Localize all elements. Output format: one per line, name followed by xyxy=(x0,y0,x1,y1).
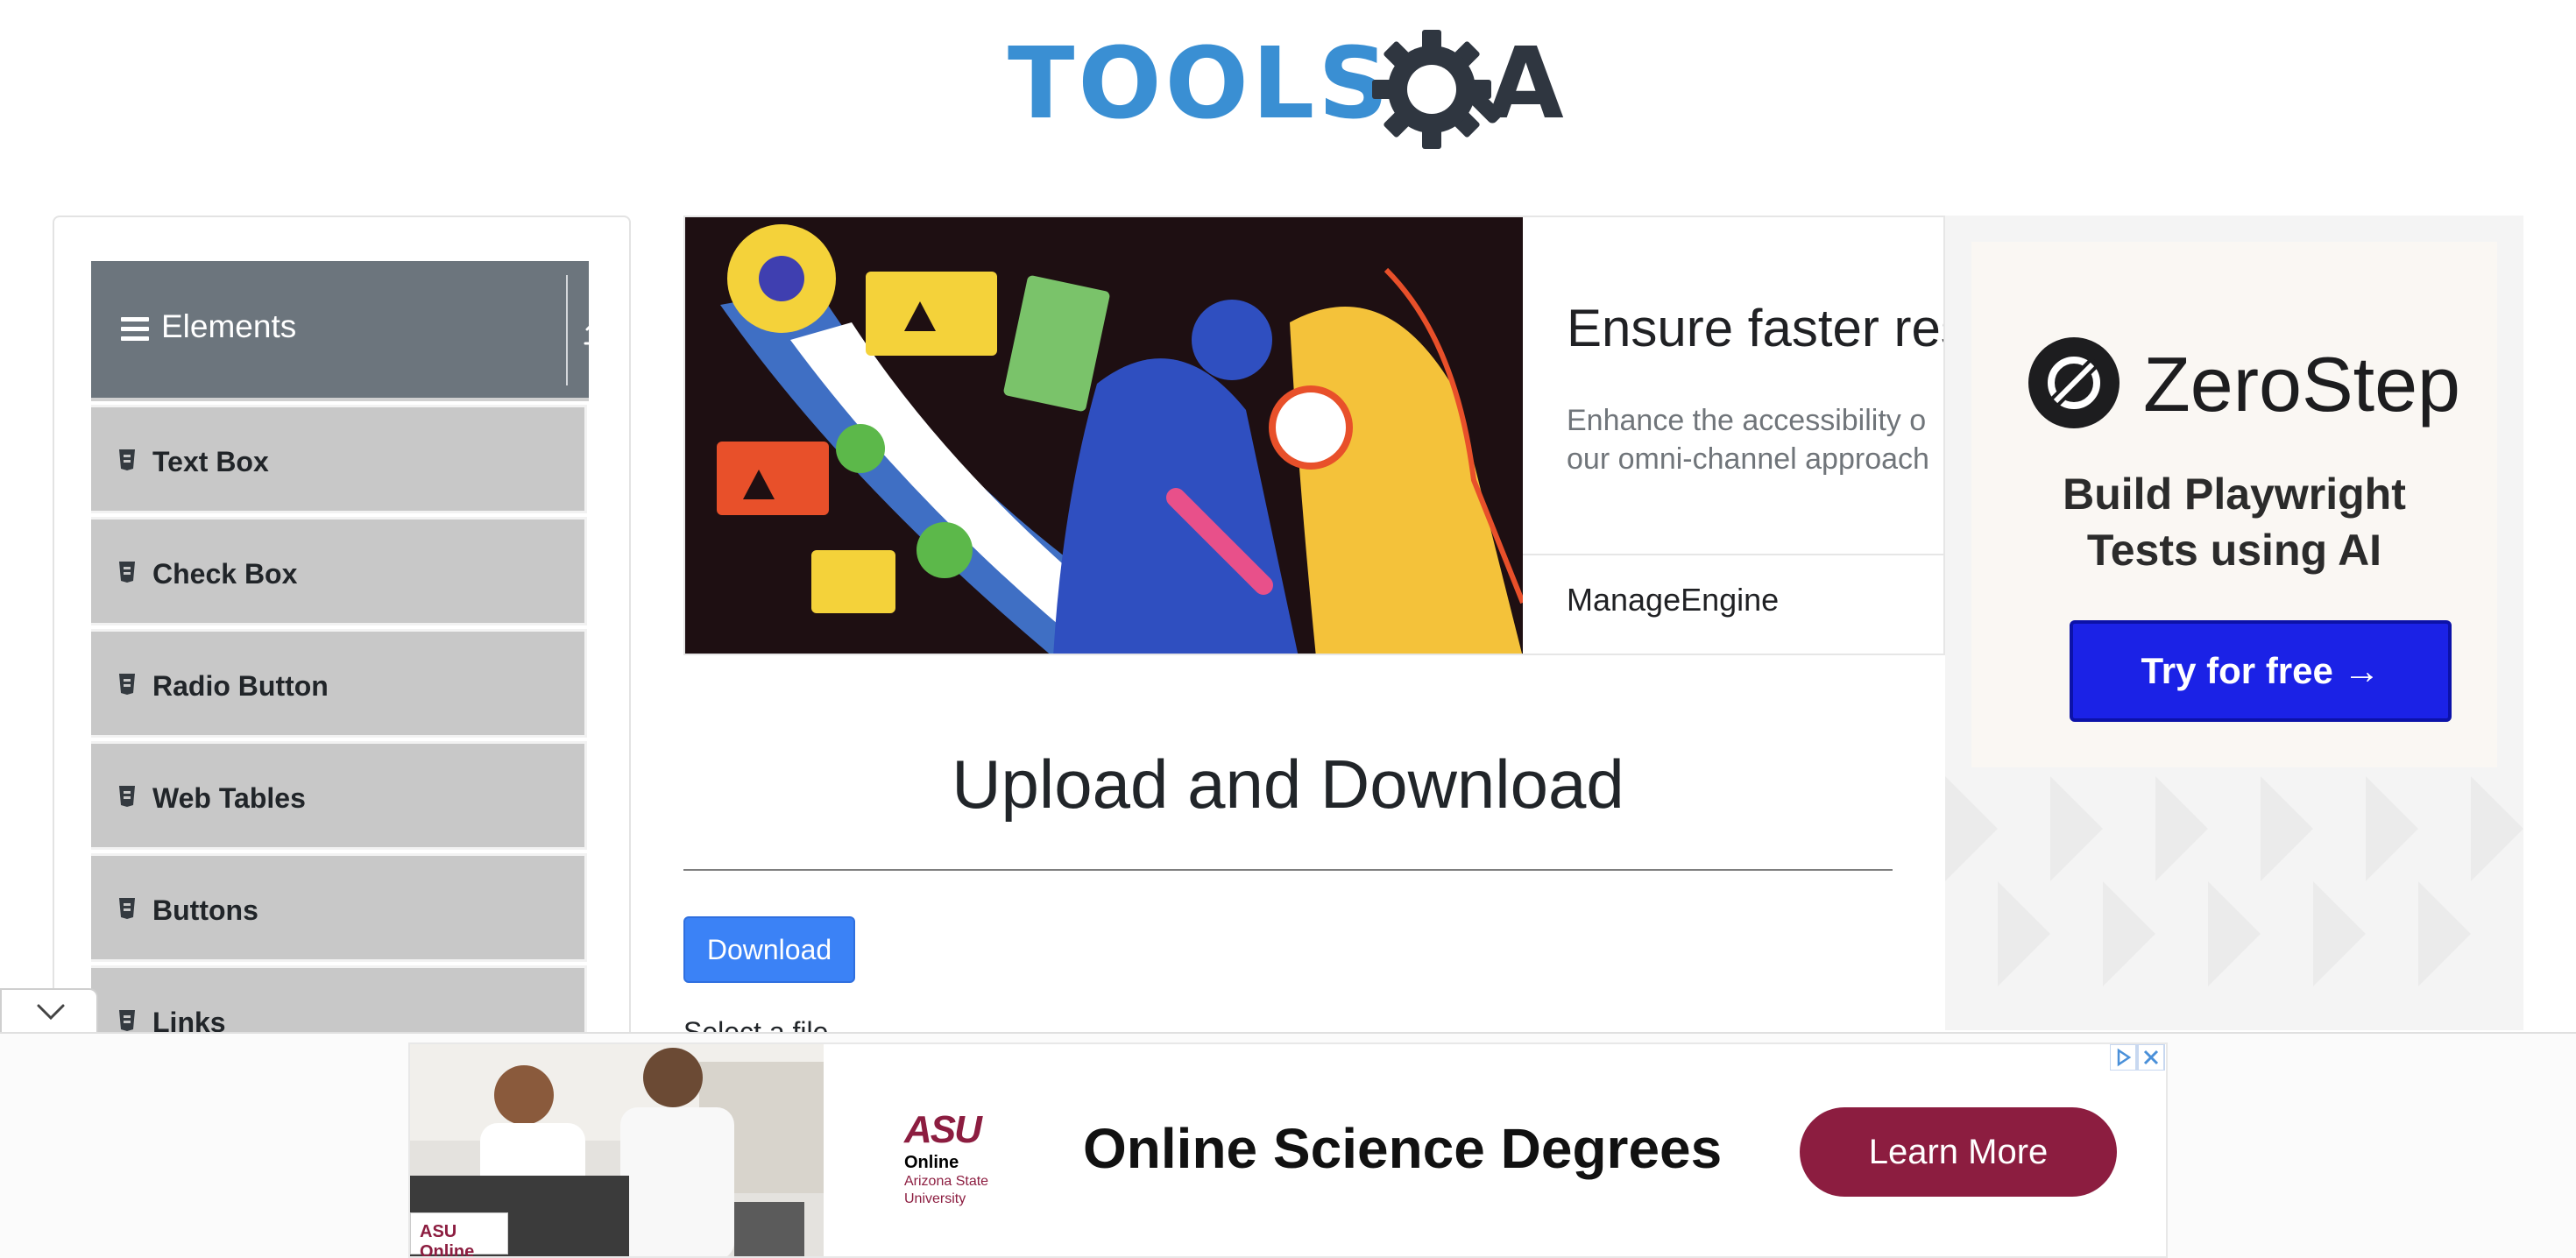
learn-more-button[interactable]: Learn More xyxy=(1800,1107,2117,1197)
elements-group-header[interactable]: Elements xyxy=(91,261,608,401)
tagline-line-1: Build Playwright xyxy=(2063,470,2406,519)
chevron-down-icon xyxy=(37,1004,65,1021)
sidebar-item-label: Radio Button xyxy=(152,670,329,702)
sidebar-item-check-box[interactable]: Check Box xyxy=(91,517,587,625)
logo-tools-text: TOOLS xyxy=(1008,27,1392,141)
ad-brand-name[interactable]: ManageEngine xyxy=(1567,582,1779,618)
document-icon xyxy=(119,898,135,919)
document-icon xyxy=(119,449,135,470)
asu-logo: ASU Online Arizona State University xyxy=(904,1111,1018,1208)
document-icon xyxy=(119,1010,135,1031)
sidebar-item-label: Web Tables xyxy=(152,782,306,814)
zerostep-brand: ZeroStep xyxy=(2143,341,2460,428)
sidebar-item-label: Buttons xyxy=(152,894,258,926)
page-title: Upload and Download xyxy=(952,746,1624,823)
sidebar-item-text-box[interactable]: Text Box xyxy=(91,405,587,513)
left-navigation-panel: Elements Text Box Check Box Radio Button… xyxy=(53,216,631,1092)
site-header: TOOLS A xyxy=(0,0,2576,175)
zerostep-ad-card: ZeroStep Build Playwright Tests using AI… xyxy=(1971,242,2497,767)
asu-university-name: Arizona State University xyxy=(904,1174,989,1206)
asu-online-text: Online xyxy=(904,1153,959,1172)
sidebar-item-buttons[interactable]: Buttons xyxy=(91,853,587,962)
sidebar-item-web-tables[interactable]: Web Tables xyxy=(91,741,587,850)
ad-divider xyxy=(1523,554,1943,555)
tagline-line-2: Tests using AI xyxy=(2086,526,2382,575)
ad-body-text: Enhance the accessibility o our omni-cha… xyxy=(1567,404,1929,476)
bottom-banner-ad[interactable]: ASU Online ASU Online Arizona State Univ… xyxy=(408,1042,2168,1258)
asu-online-badge-text: ASU Online xyxy=(420,1222,475,1258)
header-divider xyxy=(566,275,568,385)
logo-a-text: A xyxy=(1488,27,1564,141)
document-icon xyxy=(119,674,135,695)
ad-choices-icon[interactable] xyxy=(2110,1044,2166,1071)
sidebar-item-label: Check Box xyxy=(152,558,298,590)
ad-headline: Ensure faster res xyxy=(1567,299,1945,357)
toolsqa-logo[interactable]: TOOLS A xyxy=(1008,26,1577,158)
collapse-ad-toggle[interactable] xyxy=(0,988,98,1032)
document-icon xyxy=(119,562,135,583)
try-for-free-button[interactable]: Try for free → xyxy=(2070,620,2452,722)
hamburger-icon xyxy=(121,317,149,342)
document-icon xyxy=(119,786,135,807)
sidebar-item-radio-button[interactable]: Radio Button xyxy=(91,629,587,738)
upload-arrow-icon[interactable] xyxy=(578,314,613,349)
ad-illustration xyxy=(685,217,1523,654)
element-menu-list: Text Box Check Box Radio Button Web Tabl… xyxy=(91,405,589,1078)
asu-online-badge: ASU Online xyxy=(410,1212,508,1256)
sidebar-item-label: Text Box xyxy=(152,446,269,477)
banner-headline: Online Science Degrees xyxy=(1083,1117,1723,1180)
zerostep-logo-icon xyxy=(2028,337,2120,428)
download-button[interactable]: Download xyxy=(683,916,855,983)
title-divider xyxy=(683,869,1893,871)
group-title: Elements xyxy=(161,308,297,344)
zerostep-tagline: Build Playwright Tests using AI xyxy=(1971,466,2497,578)
right-sidebar-ad[interactable]: ZeroStep Build Playwright Tests using AI… xyxy=(1945,216,2523,1030)
top-display-ad[interactable]: Ensure faster res Enhance the accessibil… xyxy=(683,216,1945,655)
page: TOOLS A Elements Text Box Check Box Radi… xyxy=(0,0,2576,1258)
asu-wordmark: ASU xyxy=(904,1108,982,1151)
